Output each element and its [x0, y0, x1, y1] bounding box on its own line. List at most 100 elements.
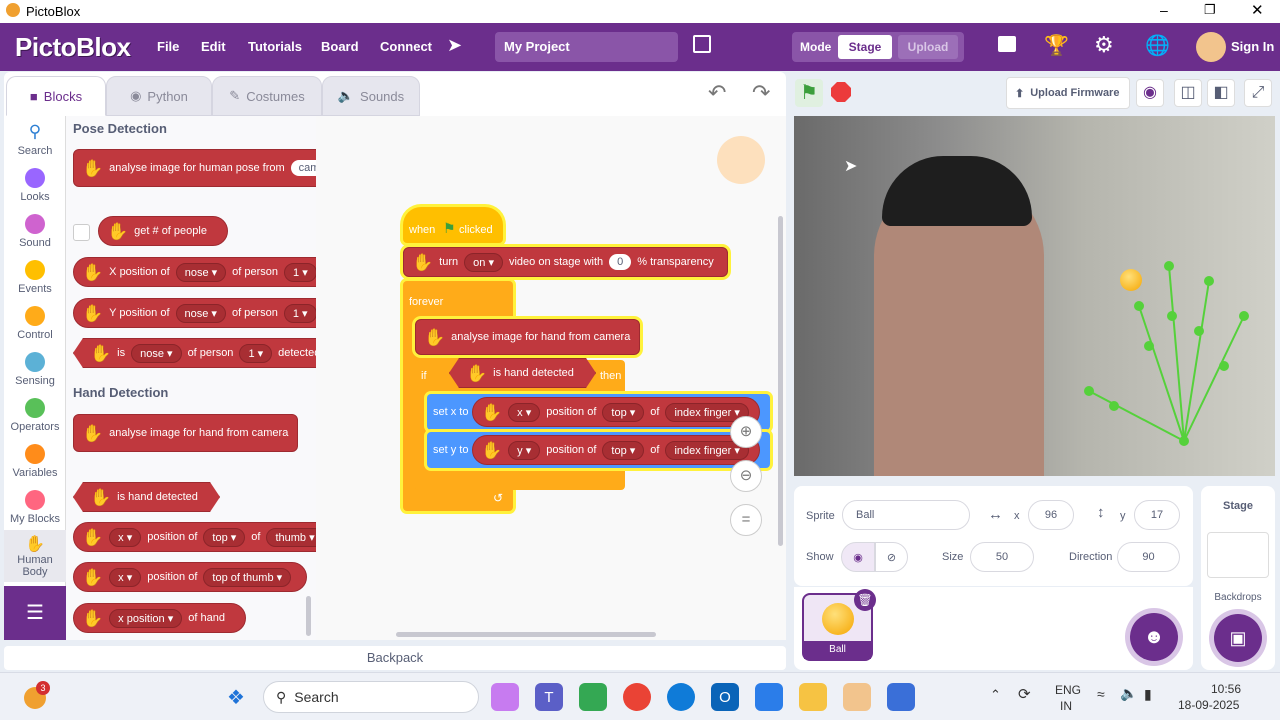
block-y-position-of-person[interactable]: ✋Y position ofnoseof person1 [73, 298, 316, 328]
pictoblox-icon[interactable] [843, 683, 871, 711]
category-control[interactable]: Control [4, 306, 66, 341]
restore-icon[interactable]: ❐ [1204, 2, 1216, 18]
add-extension-button[interactable]: ☰ [4, 586, 66, 640]
checkbox[interactable] [73, 224, 90, 241]
category-variables[interactable]: Variables [4, 444, 66, 479]
y-input[interactable]: 17 [1134, 500, 1180, 530]
show-eye-icon[interactable]: ◉ [841, 542, 875, 572]
backpack-bar[interactable]: Backpack [4, 646, 786, 670]
add-sprite-icon[interactable]: ☻ [1130, 613, 1178, 661]
sync-icon[interactable]: ⟳ [1018, 685, 1031, 703]
logo[interactable]: PictoBlox [15, 32, 131, 63]
upload-mode-button[interactable]: Upload [898, 35, 958, 59]
small-stage-icon[interactable]: ◫ [1174, 79, 1202, 107]
stage-canvas[interactable]: ➤ [794, 116, 1275, 476]
camera-icon[interactable]: ◉ [1136, 79, 1164, 107]
taskbar-search[interactable]: ⚲ Search [263, 681, 479, 713]
chrome-icon[interactable] [623, 683, 651, 711]
green-flag-icon[interactable]: ⚑ [795, 79, 823, 107]
folder-icon[interactable] [799, 683, 827, 711]
category-events[interactable]: Events [4, 260, 66, 295]
block-x-position-of-thumb[interactable]: ✋xposition oftopofthumb [73, 522, 316, 552]
wifi-icon[interactable]: ≈ [1097, 686, 1105, 702]
hide-eye-icon[interactable]: ⊘ [875, 542, 908, 572]
menu-board[interactable]: Board [321, 39, 359, 54]
copilot-icon[interactable] [491, 683, 519, 711]
tab-sounds[interactable]: 🔈 Sounds [322, 76, 420, 116]
tab-blocks[interactable]: ■ Blocks [6, 76, 106, 116]
volume-icon[interactable]: 🔈 [1120, 685, 1137, 702]
block-is-hand-detected[interactable]: ✋ is hand detected [73, 482, 220, 512]
minimize-icon[interactable]: – [1160, 2, 1168, 18]
windows-start-icon[interactable]: ❖ [222, 683, 250, 711]
direction-input[interactable]: 90 [1117, 542, 1180, 572]
block-x-position-of-person[interactable]: ✋X position ofnoseof person1 [73, 257, 316, 287]
when-flag-clicked-block[interactable]: when ⚑ clicked [403, 207, 503, 243]
category-my-blocks[interactable]: My Blocks [4, 490, 66, 525]
close-icon[interactable]: ✕ [1251, 1, 1264, 19]
category-looks[interactable]: Looks [4, 168, 66, 203]
menu-tutorials[interactable]: Tutorials [248, 39, 302, 54]
tab-costumes[interactable]: ✎ Costumes [212, 76, 322, 116]
tab-python[interactable]: ◉ Python [106, 76, 212, 116]
menu-connect[interactable]: Connect [380, 39, 432, 54]
teams-icon[interactable]: T [535, 683, 563, 711]
size-input[interactable]: 50 [970, 542, 1034, 572]
brush-icon: ✎ [229, 88, 241, 103]
analyse-hand-block[interactable]: ✋ analyse image for hand from camera [415, 319, 640, 355]
y-position-index-finger[interactable]: ✋yposition oftopofindex finger [472, 435, 760, 465]
delete-sprite-icon[interactable]: 🗑 [854, 589, 876, 611]
sign-in-link[interactable]: Sign In [1231, 39, 1274, 54]
save-icon[interactable] [693, 35, 711, 53]
category-sensing[interactable]: Sensing [4, 352, 66, 387]
zoom-in-icon[interactable]: ⊕ [730, 416, 762, 448]
vertical-scrollbar[interactable] [778, 216, 783, 546]
block-analyse-hand[interactable]: ✋ analyse image for hand from camera [73, 414, 298, 452]
project-name-input[interactable]: My Project [495, 32, 678, 62]
battery-icon[interactable]: ▮ [1144, 686, 1152, 703]
chevron-up-icon[interactable]: ⌃ [990, 687, 1001, 703]
store-icon[interactable] [755, 683, 783, 711]
is-hand-detected-condition[interactable]: ✋ is hand detected [449, 358, 596, 388]
ball-sprite[interactable] [1120, 269, 1142, 291]
block-analyse-pose[interactable]: ✋analyse image for human pose fromcamera [73, 149, 316, 187]
zoom-reset-icon[interactable]: = [730, 504, 762, 536]
undo-icon[interactable]: ↶ [708, 80, 726, 106]
turn-video-on-block[interactable]: ✋turnonvideo on stage with0% transparenc… [403, 247, 728, 277]
horizontal-scrollbar[interactable] [396, 632, 656, 637]
redo-icon[interactable]: ↷ [752, 80, 770, 106]
x-input[interactable]: 96 [1028, 500, 1074, 530]
block-x-position-of-hand[interactable]: ✋x positionof hand [73, 603, 246, 633]
category-sound[interactable]: Sound [4, 214, 66, 249]
avatar[interactable] [1196, 32, 1226, 62]
category-search[interactable]: ⚲ Search [4, 122, 66, 157]
gear-icon[interactable]: ⚙ [1094, 32, 1114, 58]
menu-file[interactable]: File [157, 39, 179, 54]
globe-icon[interactable]: 🌐 [1145, 33, 1170, 58]
extension-rocket-icon[interactable]: ➤ [447, 35, 462, 56]
recorder-icon[interactable] [887, 683, 915, 711]
palette-scrollbar[interactable] [306, 596, 311, 636]
sprite-name-input[interactable]: Ball [842, 500, 970, 530]
stage-mode-button[interactable]: Stage [838, 35, 892, 59]
menu-edit[interactable]: Edit [201, 39, 226, 54]
upload-firmware-button[interactable]: ⬆ Upload Firmware [1006, 77, 1130, 109]
stop-icon[interactable] [831, 82, 851, 102]
stage-selector[interactable]: Stage Backdrops ▣ [1201, 486, 1275, 670]
add-backdrop-icon[interactable]: ▣ [1214, 614, 1262, 662]
category-human-body[interactable]: ✋ Human Body [4, 530, 66, 582]
block-get-people[interactable]: ✋ get # of people [98, 216, 228, 246]
large-stage-icon[interactable]: ◧ [1207, 79, 1235, 107]
feedback-icon[interactable] [998, 36, 1016, 52]
category-operators[interactable]: Operators [4, 398, 66, 433]
block-is-nose-detected[interactable]: ✋isnoseof person1detected [73, 338, 316, 368]
trophy-icon[interactable]: 🏆 [1044, 33, 1069, 58]
x-position-index-finger[interactable]: ✋xposition oftopofindex finger [472, 397, 760, 427]
outlook-icon[interactable]: O [711, 683, 739, 711]
stage-thumbnail[interactable] [1207, 532, 1269, 578]
block-x-position-top-of-thumb[interactable]: ✋xposition oftop of thumb [73, 562, 307, 592]
zoom-out-icon[interactable]: ⊖ [730, 460, 762, 492]
fullscreen-icon[interactable]: ⤢ [1244, 79, 1272, 107]
edge-icon[interactable] [667, 683, 695, 711]
drive-icon[interactable] [579, 683, 607, 711]
